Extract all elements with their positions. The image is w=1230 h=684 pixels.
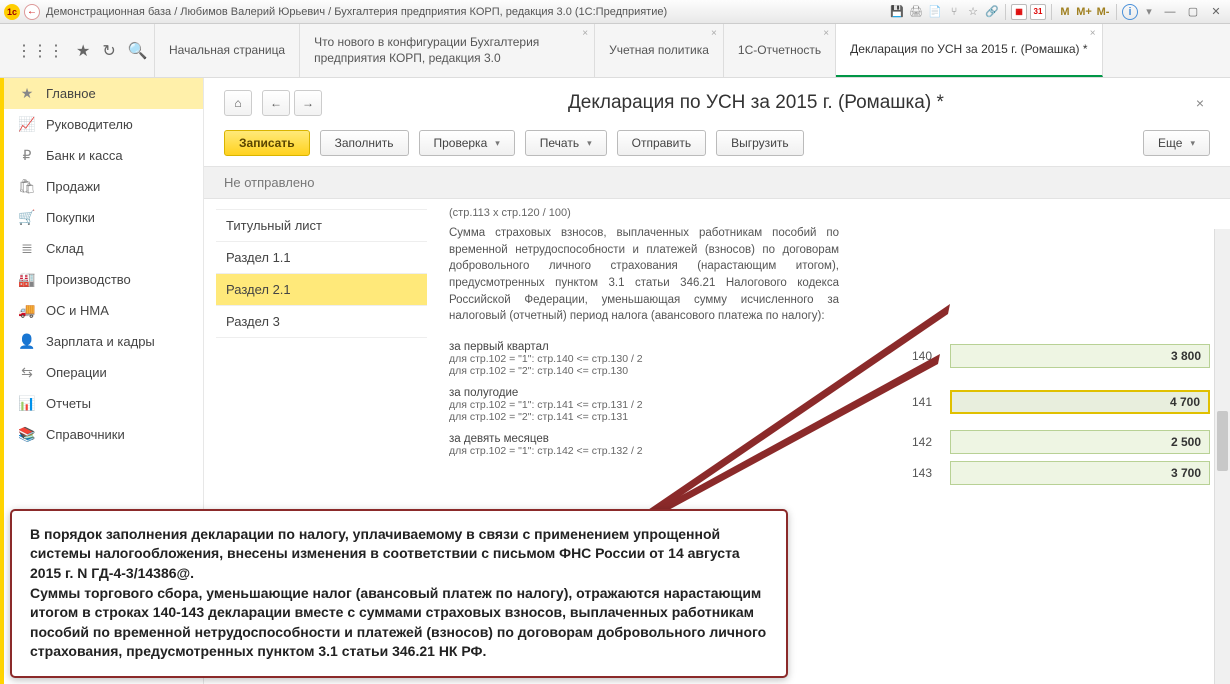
tab-declaration[interactable]: Декларация по УСН за 2015 г. (Ромашка) *… xyxy=(836,24,1102,77)
sidebar-item-6[interactable]: 🏭 Производство xyxy=(4,264,203,295)
tab-policy[interactable]: Учетная политика× xyxy=(595,24,724,77)
sidebar-label: Продажи xyxy=(46,179,100,194)
apps-icon[interactable]: ⋮⋮⋮ xyxy=(16,41,64,61)
section-item-3[interactable]: Раздел 3 xyxy=(216,306,427,338)
tab-whatsnew[interactable]: Что нового в конфигурации Бухгалтерия пр… xyxy=(300,24,595,77)
sidebar-label: Производство xyxy=(46,272,131,287)
content-header: ⌂ ← → Декларация по УСН за 2015 г. (Рома… xyxy=(204,78,1230,126)
back-icon[interactable]: ← xyxy=(24,4,40,20)
sidebar-label: ОС и НМА xyxy=(46,303,109,318)
sidebar-item-9[interactable]: ⇆ Операции xyxy=(4,357,203,388)
sidebar-icon: 🛍 xyxy=(18,178,36,195)
sidebar-icon: ≣ xyxy=(18,240,36,257)
calendar-icon[interactable]: 31 xyxy=(1030,4,1046,20)
print-icon[interactable]: 🖨 xyxy=(908,4,924,20)
sidebar-icon: 👤 xyxy=(18,333,36,350)
m-icon[interactable]: M xyxy=(1057,4,1073,20)
sidebar-item-11[interactable]: 📚 Справочники xyxy=(4,419,203,450)
m-plus-icon[interactable]: M+ xyxy=(1076,4,1092,20)
sidebar-icon: ★ xyxy=(18,85,36,102)
sidebar-label: Зарплата и кадры xyxy=(46,334,155,349)
search-icon[interactable]: 🔍 xyxy=(128,41,148,61)
maximize-button[interactable]: ▢ xyxy=(1183,4,1203,20)
formula-text: (стр.113 x стр.120 / 100) xyxy=(449,207,1210,219)
calc-icon[interactable]: ▦ xyxy=(1011,4,1027,20)
home-icon[interactable]: ⌂ xyxy=(224,90,252,116)
sidebar-item-3[interactable]: 🛍 Продажи xyxy=(4,171,203,202)
sidebar-item-8[interactable]: 👤 Зарплата и кадры xyxy=(4,326,203,357)
nav-back-button[interactable]: ← xyxy=(262,90,290,116)
sidebar-item-10[interactable]: 📊 Отчеты xyxy=(4,388,203,419)
save-button[interactable]: Записать xyxy=(224,130,310,156)
more-button[interactable]: Еще xyxy=(1143,130,1210,156)
sidebar-icon: 🚚 xyxy=(18,302,36,319)
compare-icon[interactable]: ⑂ xyxy=(946,4,962,20)
field-value-140[interactable]: 3 800 xyxy=(950,344,1210,368)
action-bar: Записать Заполнить Проверка Печать Отпра… xyxy=(204,126,1230,167)
tab-close-icon[interactable]: × xyxy=(1090,28,1096,39)
sidebar-item-0[interactable]: ★ Главное xyxy=(4,78,203,109)
sidebar-label: Руководителю xyxy=(46,117,133,132)
sidebar-icon: ⇆ xyxy=(18,364,36,381)
tab-close-icon[interactable]: × xyxy=(582,28,588,39)
m-minus-icon[interactable]: M- xyxy=(1095,4,1111,20)
close-page-icon[interactable]: × xyxy=(1190,95,1210,111)
sidebar-label: Склад xyxy=(46,241,84,256)
app-logo: 1c xyxy=(4,4,20,20)
sidebar-label: Покупки xyxy=(46,210,95,225)
callout-box: В порядок заполнения декларации по налог… xyxy=(10,509,788,678)
tabs: Начальная страница Что нового в конфигур… xyxy=(155,24,1230,77)
page-title: Декларация по УСН за 2015 г. (Ромашка) * xyxy=(332,92,1180,114)
titlebar: 1c ← Демонстрационная база / Любимов Вал… xyxy=(0,0,1230,24)
tab-reporting[interactable]: 1С-Отчетность× xyxy=(724,24,836,77)
star-icon[interactable]: ☆ xyxy=(965,4,981,20)
sidebar-icon: 🛒 xyxy=(18,209,36,226)
sidebar-item-5[interactable]: ≣ Склад xyxy=(4,233,203,264)
sidebar-label: Отчеты xyxy=(46,396,91,411)
sidebar-icon: 📊 xyxy=(18,395,36,412)
history-icon[interactable]: ↻ xyxy=(102,41,115,61)
upload-button[interactable]: Выгрузить xyxy=(716,130,804,156)
tab-close-icon[interactable]: × xyxy=(823,28,829,39)
status-bar: Не отправлено xyxy=(204,167,1230,199)
link-icon[interactable]: 🔗 xyxy=(984,4,1000,20)
doc-icon[interactable]: 📄 xyxy=(927,4,943,20)
sidebar-item-4[interactable]: 🛒 Покупки xyxy=(4,202,203,233)
check-button[interactable]: Проверка xyxy=(419,130,515,156)
sidebar-label: Банк и касса xyxy=(46,148,123,163)
sidebar-icon: 📚 xyxy=(18,426,36,443)
sidebar-label: Главное xyxy=(46,86,96,101)
fav-icon[interactable]: ★ xyxy=(76,41,90,61)
sidebar-label: Операции xyxy=(46,365,107,380)
section-item-0[interactable]: Титульный лист xyxy=(216,209,427,242)
top-toolbar: ⋮⋮⋮ ★ ↻ 🔍 Начальная страница Что нового … xyxy=(0,24,1230,78)
callout-text: В порядок заполнения декларации по налог… xyxy=(30,525,768,662)
close-button[interactable]: ✕ xyxy=(1206,4,1226,20)
sidebar-label: Справочники xyxy=(46,427,125,442)
nav-fwd-button[interactable]: → xyxy=(294,90,322,116)
sidebar-icon: ₽ xyxy=(18,147,36,164)
dropdown-icon[interactable]: ▾ xyxy=(1141,4,1157,20)
sidebar-item-7[interactable]: 🚚 ОС и НМА xyxy=(4,295,203,326)
minimize-button[interactable]: — xyxy=(1160,4,1180,20)
window-title: Демонстрационная база / Любимов Валерий … xyxy=(46,6,889,18)
print-button[interactable]: Печать xyxy=(525,130,607,156)
tab-start[interactable]: Начальная страница xyxy=(155,24,300,77)
send-button[interactable]: Отправить xyxy=(617,130,707,156)
field-value-143[interactable]: 3 700 xyxy=(950,461,1210,485)
quickbar: ⋮⋮⋮ ★ ↻ 🔍 xyxy=(0,24,155,77)
field-value-142[interactable]: 2 500 xyxy=(950,430,1210,454)
section-item-2[interactable]: Раздел 2.1 xyxy=(216,274,427,306)
save-icon[interactable]: 💾 xyxy=(889,4,905,20)
sidebar-item-1[interactable]: 📈 Руководителю xyxy=(4,109,203,140)
section-item-1[interactable]: Раздел 1.1 xyxy=(216,242,427,274)
sidebar-icon: 📈 xyxy=(18,116,36,133)
tab-close-icon[interactable]: × xyxy=(711,28,717,39)
field-value-141[interactable]: 4 700 xyxy=(950,390,1210,414)
sidebar-item-2[interactable]: ₽ Банк и касса xyxy=(4,140,203,171)
sidebar-icon: 🏭 xyxy=(18,271,36,288)
info-icon[interactable]: i xyxy=(1122,4,1138,20)
scrollbar[interactable] xyxy=(1214,229,1230,684)
fill-button[interactable]: Заполнить xyxy=(320,130,409,156)
